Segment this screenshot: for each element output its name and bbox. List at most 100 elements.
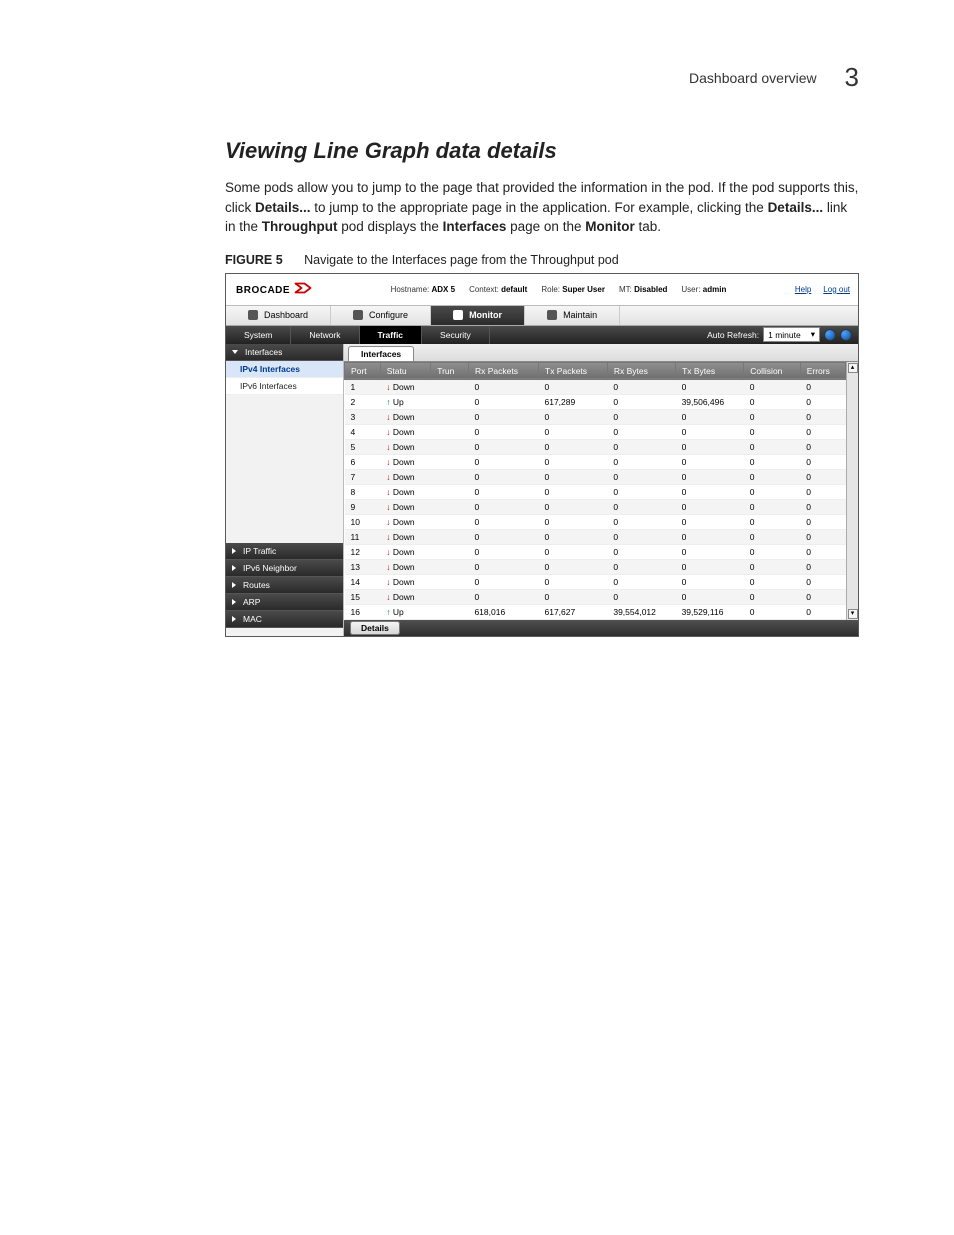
table-row[interactable]: 4↓ Down000000 bbox=[345, 424, 846, 439]
arrow-up-icon: ↑ bbox=[386, 607, 390, 617]
sidebar: InterfacesIPv4 InterfacesIPv6 Interfaces… bbox=[226, 344, 344, 636]
table-row[interactable]: 15↓ Down000000 bbox=[345, 589, 846, 604]
menu-tab-monitor[interactable]: Monitor bbox=[431, 306, 525, 325]
main-panel: Interfaces PortStatuTrunRx PacketsTx Pac… bbox=[344, 344, 858, 636]
brand-text: BROCADE bbox=[236, 285, 290, 296]
body-bold: Throughput bbox=[262, 219, 338, 234]
arrow-down-icon: ↓ bbox=[386, 517, 390, 527]
col-trun[interactable]: Trun bbox=[431, 362, 469, 379]
table-row[interactable]: 14↓ Down000000 bbox=[345, 574, 846, 589]
sub-menubar: SystemNetworkTrafficSecurity Auto Refres… bbox=[226, 326, 858, 344]
col-errors[interactable]: Errors bbox=[800, 362, 845, 379]
body-paragraph: Some pods allow you to jump to the page … bbox=[225, 178, 859, 237]
col-port[interactable]: Port bbox=[345, 362, 381, 379]
brand-icon bbox=[294, 280, 312, 296]
table-row[interactable]: 2↑ Up0617,289039,506,49600 bbox=[345, 394, 846, 409]
table-row[interactable]: 9↓ Down000000 bbox=[345, 499, 846, 514]
sidebar-section-ipv6-neighbor[interactable]: IPv6 Neighbor bbox=[226, 560, 343, 577]
col-tx-bytes[interactable]: Tx Bytes bbox=[676, 362, 744, 379]
body-text: to jump to the appropriate page in the a… bbox=[311, 200, 768, 215]
work-area: InterfacesIPv4 InterfacesIPv6 Interfaces… bbox=[226, 344, 858, 636]
subtab-security[interactable]: Security bbox=[422, 326, 490, 344]
content-tabs: Interfaces bbox=[344, 344, 858, 362]
page-number: 3 bbox=[845, 62, 859, 92]
caret-right-icon bbox=[232, 599, 236, 605]
table-row[interactable]: 10↓ Down000000 bbox=[345, 514, 846, 529]
arrow-down-icon: ↓ bbox=[386, 427, 390, 437]
subtab-network[interactable]: Network bbox=[291, 326, 359, 344]
menu-tab-dashboard[interactable]: Dashboard bbox=[226, 306, 331, 325]
arrow-down-icon: ↓ bbox=[386, 472, 390, 482]
arrow-down-icon: ↓ bbox=[386, 547, 390, 557]
tab-interfaces[interactable]: Interfaces bbox=[348, 346, 414, 361]
col-rx-packets[interactable]: Rx Packets bbox=[468, 362, 538, 379]
scroll-up-icon[interactable]: ▴ bbox=[848, 363, 858, 373]
table-row[interactable]: 8↓ Down000000 bbox=[345, 484, 846, 499]
arrow-down-icon: ↓ bbox=[386, 457, 390, 467]
table-row[interactable]: 1↓ Down000000 bbox=[345, 379, 846, 394]
subtab-traffic[interactable]: Traffic bbox=[360, 326, 423, 344]
sidebar-section-routes[interactable]: Routes bbox=[226, 577, 343, 594]
col-tx-packets[interactable]: Tx Packets bbox=[539, 362, 608, 379]
menu-icon bbox=[547, 310, 557, 320]
interfaces-grid: PortStatuTrunRx PacketsTx PacketsRx Byte… bbox=[344, 362, 846, 620]
body-bold: Details... bbox=[255, 200, 311, 215]
meta-user: User: admin bbox=[681, 285, 726, 294]
grid-wrap: PortStatuTrunRx PacketsTx PacketsRx Byte… bbox=[344, 362, 858, 620]
table-row[interactable]: 12↓ Down000000 bbox=[345, 544, 846, 559]
scroll-down-icon[interactable]: ▾ bbox=[848, 609, 858, 619]
menu-icon bbox=[353, 310, 363, 320]
scrollbar[interactable]: ▴ ▾ bbox=[846, 362, 858, 620]
figure-caption-text: Navigate to the Interfaces page from the… bbox=[304, 253, 619, 267]
screenshot: BROCADE Hostname: ADX 5 Context: default… bbox=[225, 273, 859, 637]
table-row[interactable]: 6↓ Down000000 bbox=[345, 454, 846, 469]
brand-logo: BROCADE bbox=[226, 280, 322, 298]
auto-refresh-label: Auto Refresh: bbox=[707, 330, 759, 340]
arrow-down-icon: ↓ bbox=[386, 592, 390, 602]
details-bar: Details bbox=[344, 620, 858, 636]
help-link[interactable]: Help bbox=[795, 285, 811, 294]
auto-refresh-value: 1 minute bbox=[768, 330, 801, 340]
body-bold: Details... bbox=[768, 200, 824, 215]
table-row[interactable]: 11↓ Down000000 bbox=[345, 529, 846, 544]
body-bold: Monitor bbox=[585, 219, 635, 234]
menu-tab-configure[interactable]: Configure bbox=[331, 306, 431, 325]
col-collision[interactable]: Collision bbox=[744, 362, 800, 379]
meta-role: Role: Super User bbox=[541, 285, 605, 294]
caret-right-icon bbox=[232, 565, 236, 571]
table-row[interactable]: 5↓ Down000000 bbox=[345, 439, 846, 454]
meta-context: Context: default bbox=[469, 285, 527, 294]
subtab-system[interactable]: System bbox=[226, 326, 291, 344]
menu-tab-maintain[interactable]: Maintain bbox=[525, 306, 620, 325]
arrow-down-icon: ↓ bbox=[386, 442, 390, 452]
caret-right-icon bbox=[232, 548, 236, 554]
caret-right-icon bbox=[232, 616, 236, 622]
help-icon[interactable] bbox=[840, 329, 852, 341]
sidebar-item-ipv4-interfaces[interactable]: IPv4 Interfaces bbox=[226, 361, 343, 378]
arrow-down-icon: ↓ bbox=[386, 532, 390, 542]
running-header: Dashboard overview 3 bbox=[689, 62, 859, 93]
interfaces-table: PortStatuTrunRx PacketsTx PacketsRx Byte… bbox=[344, 362, 846, 620]
main-menubar: DashboardConfigureMonitorMaintain bbox=[226, 306, 858, 326]
sidebar-section-arp[interactable]: ARP bbox=[226, 594, 343, 611]
table-row[interactable]: 13↓ Down000000 bbox=[345, 559, 846, 574]
body-text: page on the bbox=[506, 219, 585, 234]
details-button[interactable]: Details bbox=[350, 621, 400, 635]
table-row[interactable]: 16↑ Up618,016617,62739,554,01239,529,116… bbox=[345, 604, 846, 619]
col-statu[interactable]: Statu bbox=[380, 362, 430, 379]
section-heading: Viewing Line Graph data details bbox=[225, 138, 859, 164]
table-row[interactable]: 7↓ Down000000 bbox=[345, 469, 846, 484]
refresh-icon[interactable] bbox=[824, 329, 836, 341]
col-rx-bytes[interactable]: Rx Bytes bbox=[607, 362, 675, 379]
sidebar-section-interfaces[interactable]: Interfaces bbox=[226, 344, 343, 361]
sidebar-section-ip-traffic[interactable]: IP Traffic bbox=[226, 543, 343, 560]
table-row[interactable]: 3↓ Down000000 bbox=[345, 409, 846, 424]
body-text: pod displays the bbox=[338, 219, 443, 234]
arrow-down-icon: ↓ bbox=[386, 577, 390, 587]
sidebar-section-mac[interactable]: MAC bbox=[226, 611, 343, 628]
logout-link[interactable]: Log out bbox=[823, 285, 850, 294]
body-text: tab. bbox=[635, 219, 661, 234]
figure-label: FIGURE 5 bbox=[225, 253, 283, 267]
auto-refresh-select[interactable]: 1 minute ▾ bbox=[763, 327, 820, 342]
sidebar-item-ipv6-interfaces[interactable]: IPv6 Interfaces bbox=[226, 378, 343, 395]
